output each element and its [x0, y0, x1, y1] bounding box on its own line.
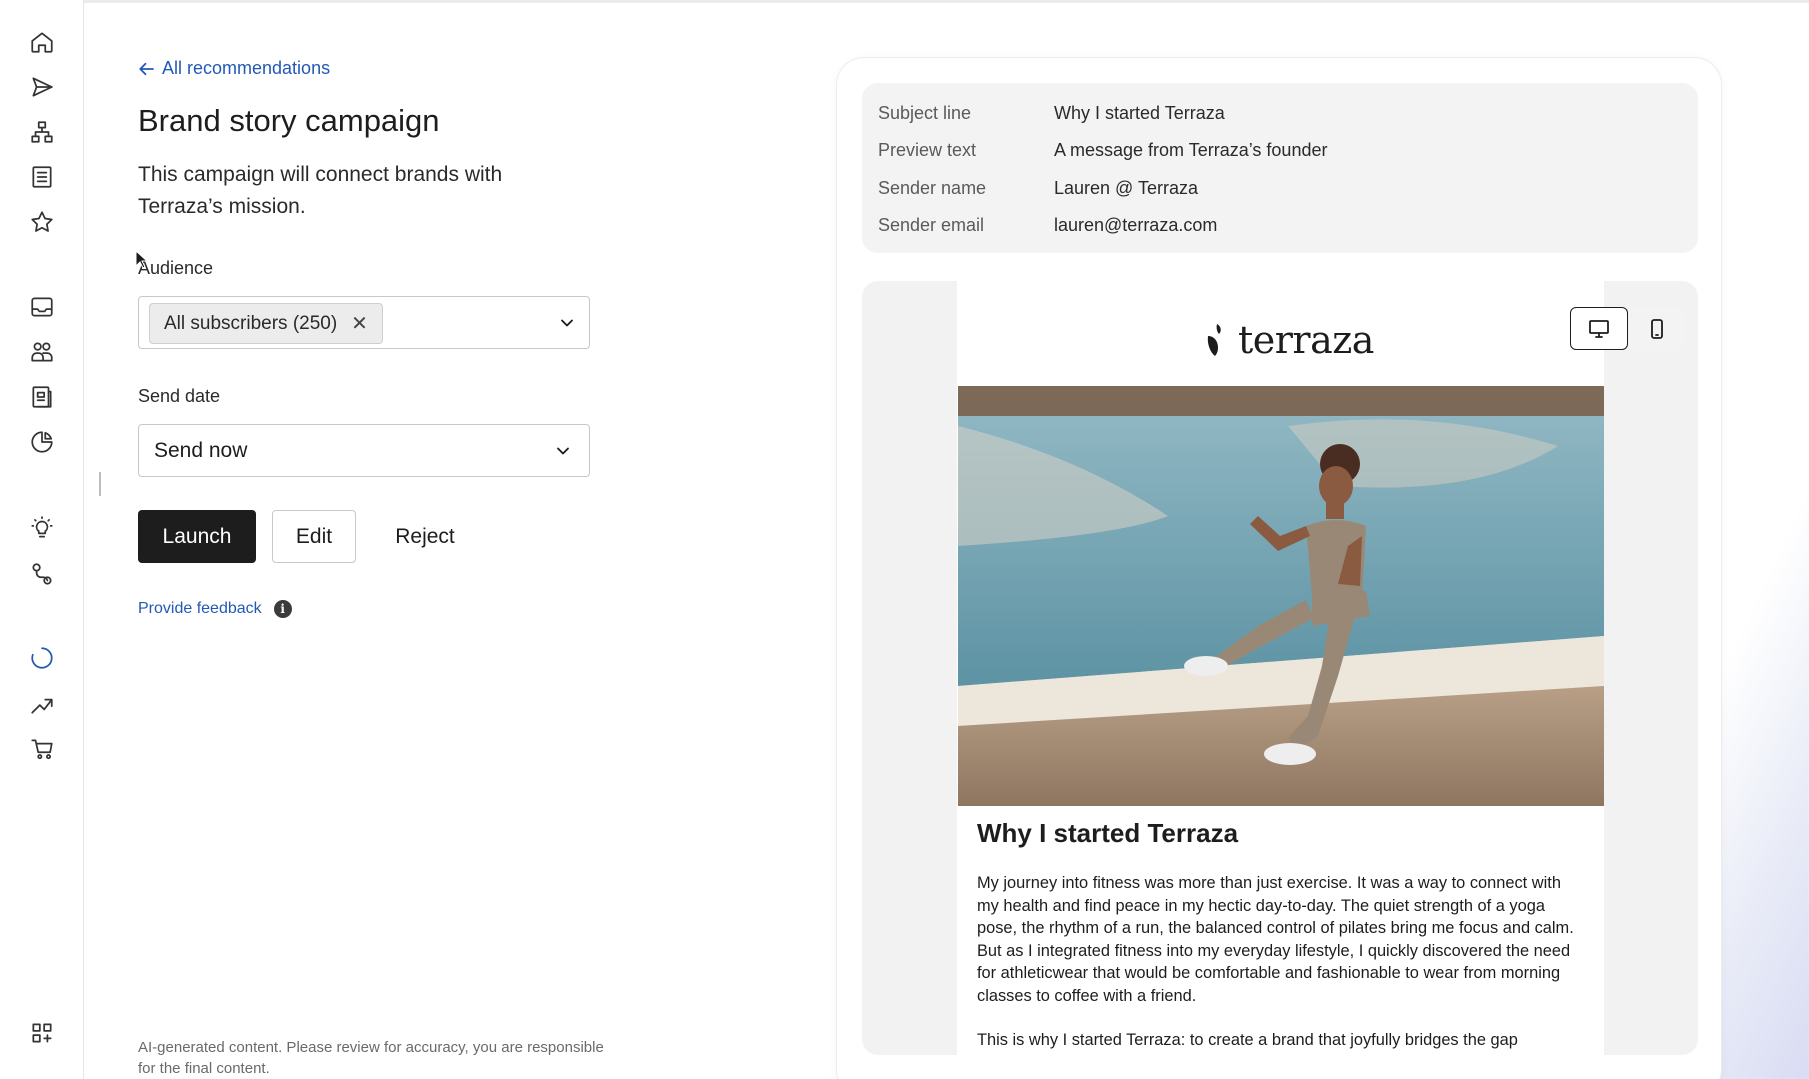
audience-chip: All subscribers (250) ✕ — [149, 303, 383, 344]
close-icon[interactable]: ✕ — [351, 311, 368, 336]
cart-icon[interactable] — [26, 733, 58, 765]
meta-key: Sender email — [878, 215, 985, 235]
arrow-left-icon — [139, 62, 154, 75]
star-icon[interactable] — [26, 206, 58, 238]
launch-button[interactable]: Launch — [138, 510, 256, 563]
email-heading: Why I started Terraza — [977, 818, 1239, 848]
desktop-icon — [1589, 319, 1609, 338]
trend-icon[interactable] — [26, 688, 58, 720]
flows-icon[interactable] — [26, 116, 58, 148]
desktop-view-button[interactable] — [1570, 307, 1628, 350]
meta-row-subject: Subject line Why I started Terraza — [878, 103, 1225, 124]
email-body-continued: This is why I started Terraza: to create… — [977, 1031, 1518, 1049]
meta-row-sender-email: Sender email lauren@terraza.com — [878, 215, 1217, 236]
send-icon[interactable] — [26, 71, 58, 103]
audience-icon[interactable] — [26, 336, 58, 368]
email-body: My journey into fitness was more than ju… — [977, 874, 1574, 1005]
meta-value: Lauren @ Terraza — [1054, 178, 1199, 198]
lightbulb-icon[interactable] — [26, 512, 58, 544]
logo-wordmark: terraza — [1238, 318, 1374, 362]
meta-value: Why I started Terraza — [1054, 103, 1225, 123]
meta-row-preview-text: Preview text A message from Terraza’s fo… — [878, 140, 1327, 161]
resize-handle[interactable] — [99, 472, 101, 496]
loading-icon — [26, 642, 58, 674]
top-border — [0, 0, 1809, 3]
ai-disclaimer: AI-generated content. Please review for … — [138, 1039, 604, 1077]
mobile-icon — [1651, 318, 1663, 339]
provide-feedback-label: Provide feedback — [138, 600, 262, 617]
info-icon[interactable]: i — [273, 600, 292, 618]
audience-chip-label: All subscribers (250) — [164, 312, 338, 334]
apps-icon[interactable] — [26, 1017, 58, 1049]
meta-key: Preview text — [878, 140, 977, 160]
leaf-logo-icon — [1207, 324, 1221, 356]
send-date-select[interactable]: Send now — [138, 424, 590, 477]
send-date-label: Send date — [138, 386, 221, 406]
audience-select[interactable]: All subscribers (250) ✕ — [138, 296, 590, 349]
page-description: This campaign will connect brands with T… — [138, 163, 503, 218]
hero-image — [958, 386, 1604, 806]
sidebar-nav — [0, 0, 84, 1079]
analytics-icon[interactable] — [26, 426, 58, 458]
meta-value: A message from Terraza’s founder — [1054, 140, 1328, 160]
mouse-cursor-icon — [135, 250, 149, 269]
meta-value: lauren@terraza.com — [1054, 215, 1218, 235]
list-icon[interactable] — [26, 161, 58, 193]
meta-row-sender-name: Sender name Lauren @ Terraza — [878, 178, 1198, 199]
audience-label: Audience — [138, 258, 214, 278]
page-title: Brand story campaign — [138, 103, 440, 138]
device-toggle — [1570, 307, 1686, 350]
mobile-view-button[interactable] — [1628, 307, 1686, 350]
home-icon[interactable] — [26, 26, 58, 58]
meta-key: Sender name — [878, 178, 987, 198]
chevron-down-icon — [553, 441, 573, 461]
back-link[interactable]: All recommendations — [138, 58, 330, 79]
terraza-logo: terraza — [1204, 318, 1374, 362]
send-date-value: Send now — [154, 439, 248, 462]
meta-key: Subject line — [878, 103, 972, 123]
inbox-icon[interactable] — [26, 291, 58, 323]
content-icon[interactable] — [26, 381, 58, 413]
back-link-label: All recommendations — [162, 58, 331, 78]
integrations-icon[interactable] — [26, 558, 58, 590]
provide-feedback-link[interactable]: Provide feedback i — [138, 600, 292, 618]
chevron-down-icon[interactable] — [557, 313, 577, 333]
reject-button[interactable]: Reject — [372, 510, 478, 563]
edit-button[interactable]: Edit — [272, 510, 356, 563]
